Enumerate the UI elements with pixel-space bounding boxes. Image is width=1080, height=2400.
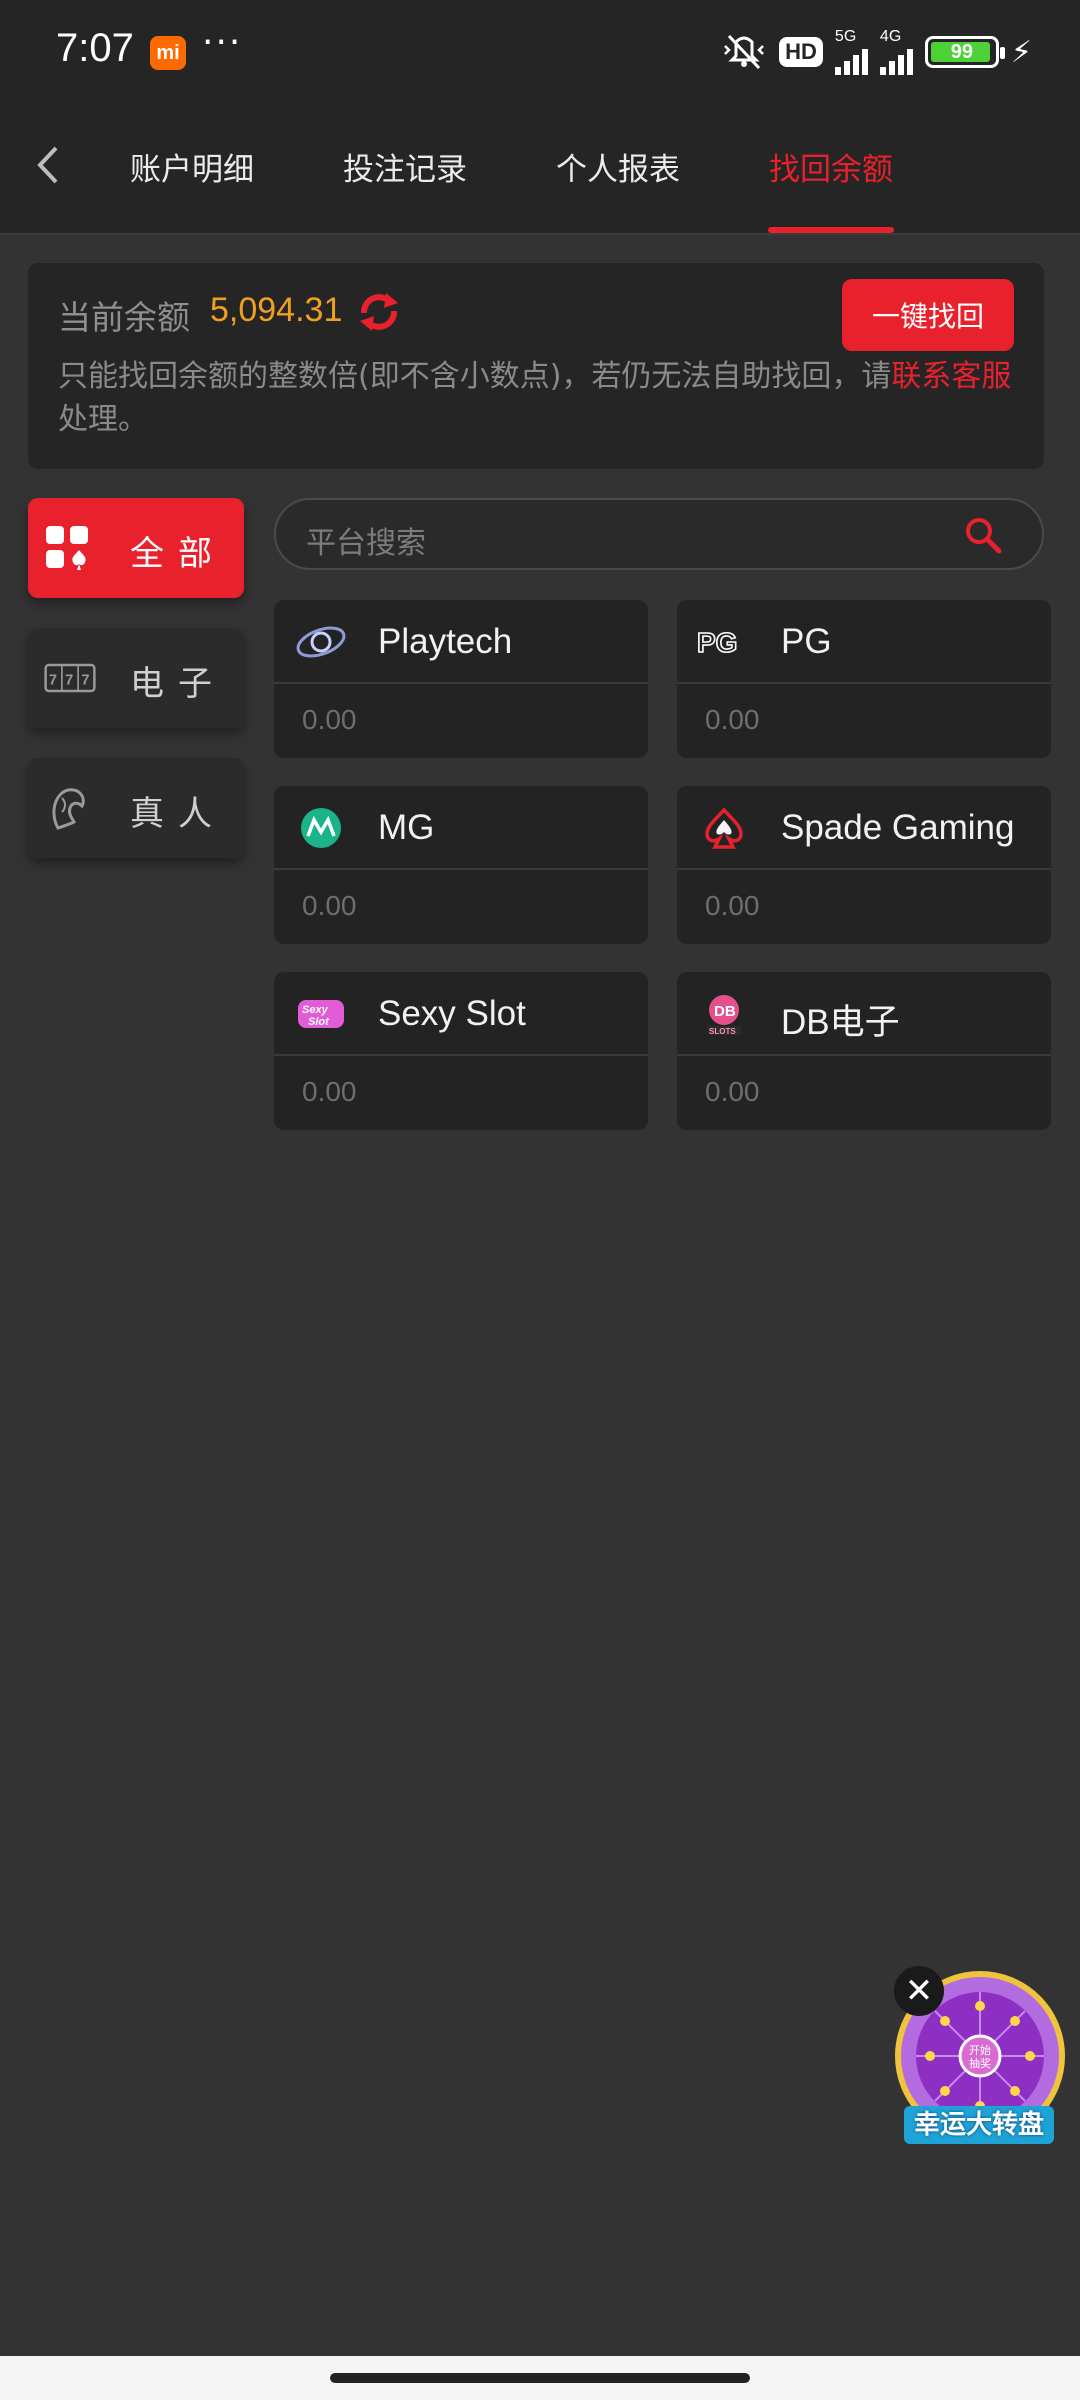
- signal-bars-icon: [879, 45, 913, 75]
- platform-name: MG: [378, 808, 435, 847]
- lucky-wheel-label[interactable]: 幸运大转盘: [904, 2106, 1054, 2144]
- svg-text:SLOTS: SLOTS: [709, 1027, 736, 1036]
- wheel-center-line1: 开始: [969, 2043, 991, 2057]
- mi-app-icon: mi: [150, 36, 186, 70]
- active-tab-indicator: [768, 227, 894, 233]
- sidebar-item-slots[interactable]: 7 7 7 电子: [28, 628, 244, 728]
- home-indicator[interactable]: [330, 2373, 750, 2383]
- tab-recover-balance[interactable]: 找回余额: [769, 144, 893, 189]
- balance-card: 当前余额 5,094.31 一键找回 只能找回余额的整数倍(即不含小数点)，若仍…: [28, 263, 1044, 469]
- live-dealer-icon: [52, 788, 85, 830]
- sidebar-item-label: 全部: [130, 534, 226, 574]
- svg-text:7: 7: [65, 673, 73, 689]
- svg-text:7: 7: [49, 673, 57, 689]
- balance-value: 5,094.31: [210, 291, 343, 329]
- status-icons: HD 5G 4G 99 ⚡: [721, 29, 1032, 75]
- playtech-logo-icon: [296, 626, 346, 658]
- platform-search-input[interactable]: 平台搜索: [274, 498, 1044, 570]
- pg-logo-icon: PG: [697, 626, 738, 659]
- platform-card-pg[interactable]: PG PG 0.00: [677, 600, 1051, 758]
- platform-name: Spade Gaming: [781, 808, 1015, 847]
- balance-label: 当前余额: [58, 298, 190, 337]
- balance-note: 只能找回余额的整数倍(即不含小数点)，若仍无法自助找回，请联系客服处理。: [58, 359, 1012, 437]
- tab-account-details[interactable]: 账户明细: [130, 144, 254, 189]
- platform-name: Playtech: [378, 622, 513, 661]
- svg-text:Sexy: Sexy: [302, 1004, 329, 1016]
- app-header: 7:07 mi ··· HD 5G 4G 99 ⚡ 账户明细 投注记录 个人报表…: [0, 0, 1080, 235]
- sexy-slot-logo-icon: Sexy Slot: [298, 1000, 344, 1028]
- slot-777-icon: 7 7 7: [44, 663, 96, 693]
- wheel-center-line2: 抽奖: [969, 2056, 991, 2070]
- svg-text:DB: DB: [714, 1003, 736, 1020]
- close-promo-button[interactable]: ✕: [894, 1966, 944, 2016]
- contact-support-link[interactable]: 联系客服: [891, 359, 1011, 394]
- signal-4g: 4G: [879, 29, 913, 75]
- more-notifications-icon: ···: [202, 22, 243, 63]
- platform-card-playtech[interactable]: Playtech 0.00: [274, 600, 648, 758]
- platform-balance: 0.00: [705, 704, 760, 735]
- one-click-recover-button[interactable]: 一键找回: [842, 279, 1014, 351]
- platform-balance: 0.00: [705, 1076, 760, 1107]
- db-slots-logo-icon: DB SLOTS: [707, 995, 741, 1036]
- back-arrow-icon[interactable]: [28, 140, 68, 190]
- platform-card-mg[interactable]: MG 0.00: [274, 786, 648, 944]
- platform-card-spade-gaming[interactable]: Spade Gaming 0.00: [677, 786, 1051, 944]
- status-time: 7:07: [56, 26, 134, 70]
- platform-name: PG: [781, 622, 832, 661]
- tab-personal-report[interactable]: 个人报表: [556, 144, 680, 189]
- spade-gaming-logo-icon: [705, 807, 743, 849]
- sidebar-item-label: 真人: [130, 794, 226, 834]
- signal-bars-icon: [834, 45, 868, 75]
- platform-balance: 0.00: [302, 1076, 357, 1107]
- search-placeholder: 平台搜索: [306, 526, 426, 561]
- platform-balance: 0.00: [705, 890, 760, 921]
- sidebar-item-live[interactable]: 真人: [28, 758, 244, 858]
- sidebar-item-all[interactable]: 全部: [28, 498, 244, 598]
- mg-logo-icon: [301, 808, 341, 848]
- search-icon[interactable]: [964, 516, 1002, 554]
- svg-text:PG: PG: [697, 627, 737, 658]
- vibrate-mute-icon: [724, 34, 765, 70]
- platform-card-sexy-slot[interactable]: Sexy Slot Sexy Slot 0.00: [274, 972, 648, 1130]
- refresh-icon[interactable]: [356, 289, 402, 335]
- nav-tabs: 账户明细 投注记录 个人报表 找回余额: [0, 100, 1080, 235]
- sidebar-item-label: 电子: [130, 664, 226, 704]
- grid-cards-icon: [46, 526, 88, 570]
- svg-text:7: 7: [81, 673, 89, 689]
- charging-icon: ⚡: [1010, 34, 1032, 70]
- svg-text:Slot: Slot: [308, 1016, 330, 1028]
- platform-name: Sexy Slot: [378, 994, 526, 1033]
- platform-name: DB电子: [781, 1003, 900, 1042]
- battery-icon: 99: [924, 36, 1005, 68]
- platform-card-db-slots[interactable]: DB SLOTS DB电子 0.00: [677, 972, 1051, 1130]
- platform-balance: 0.00: [302, 704, 357, 735]
- hd-voice-icon: HD: [779, 37, 823, 67]
- platform-balance: 0.00: [302, 890, 357, 921]
- tab-bet-records[interactable]: 投注记录: [343, 144, 467, 189]
- signal-5g: 5G: [834, 29, 868, 75]
- status-bar: 7:07 mi ··· HD 5G 4G 99 ⚡: [0, 0, 1080, 100]
